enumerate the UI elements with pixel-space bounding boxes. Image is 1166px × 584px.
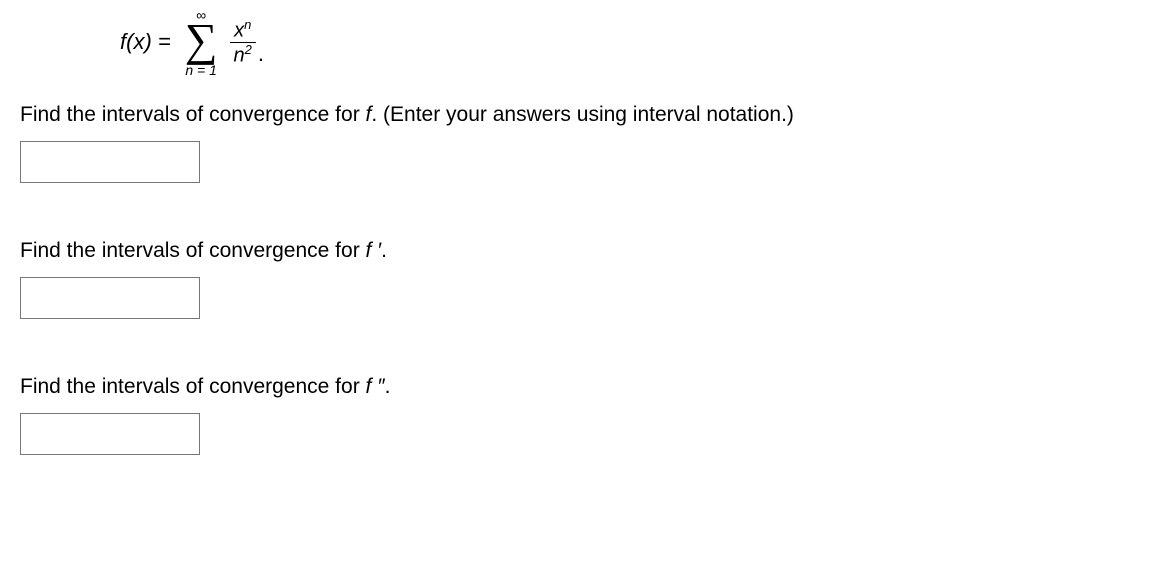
num-base: x [234,20,244,42]
summation-symbol: ∞ ∑ n = 1 [185,8,218,77]
fraction-numerator: xn [230,18,255,42]
q2-var: f ′ [366,239,382,262]
q1-post: . (Enter your answers using interval not… [371,103,794,126]
sum-lower-limit: n = 1 [185,63,217,77]
q3-var: f ″ [366,375,385,398]
lhs-label: f(x) = [120,29,171,55]
q3-pre: Find the intervals of convergence for [20,375,366,398]
q2-pre: Find the intervals of convergence for [20,239,366,262]
q3-post: . [385,375,391,398]
question-2: Find the intervals of convergence for f … [20,239,1146,263]
answer-input-fdoubleprime[interactable] [20,413,200,455]
question-3: Find the intervals of convergence for f … [20,375,1146,399]
question-1: Find the intervals of convergence for f.… [20,103,1146,127]
sigma-icon: ∑ [185,22,218,59]
den-exp: 2 [245,42,252,57]
fraction-denominator: n2 [230,43,256,67]
summand-fraction: xn n2 [230,18,256,66]
den-base: n [234,45,245,67]
q1-pre: Find the intervals of convergence for [20,103,366,126]
function-definition: f(x) = ∞ ∑ n = 1 xn n2 . [120,8,1146,77]
answer-input-f[interactable] [20,141,200,183]
num-exp: n [244,17,251,32]
formula-period: . [258,41,264,67]
answer-input-fprime[interactable] [20,277,200,319]
q2-post: . [381,239,387,262]
